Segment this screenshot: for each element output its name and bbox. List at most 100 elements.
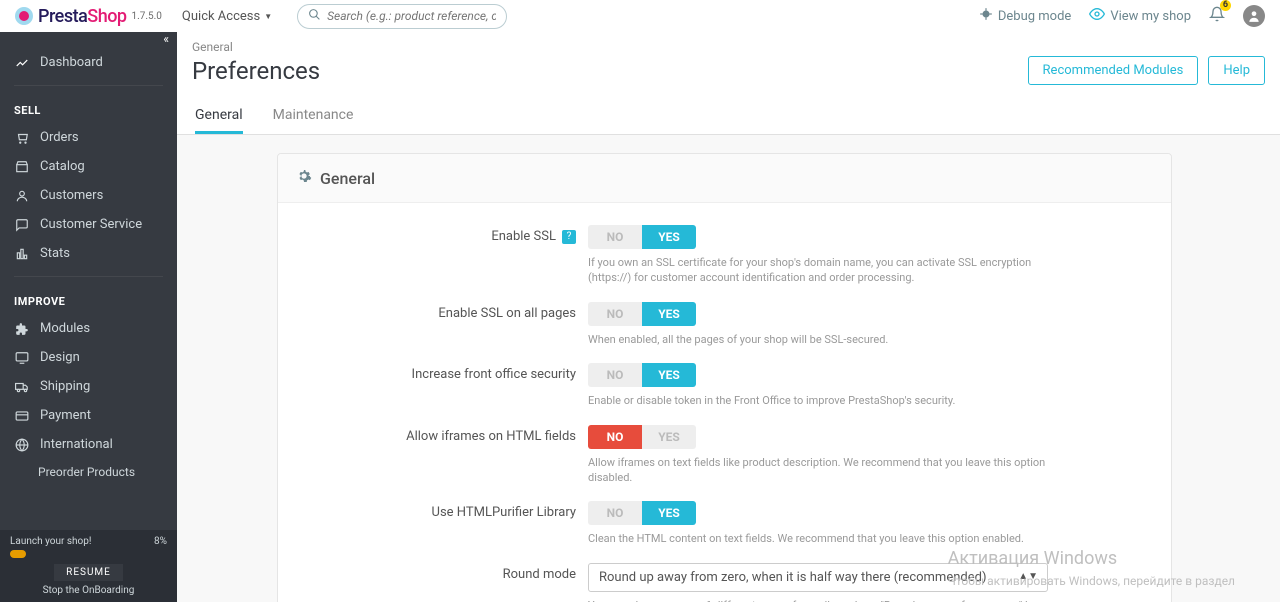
sidebar-item-stats[interactable]: Stats	[0, 239, 177, 268]
card-icon	[14, 409, 30, 423]
version-label: 1.7.5.0	[132, 11, 162, 22]
switch-yes: YES	[642, 501, 696, 525]
sidebar-item-shipping[interactable]: Shipping	[0, 372, 177, 401]
setting-help: Enable or disable token in the Front Off…	[588, 393, 1048, 408]
caret-down-icon: ▼	[264, 12, 272, 21]
profile-button[interactable]	[1243, 5, 1265, 27]
enable-ssl-switch[interactable]: NO YES	[588, 225, 696, 249]
setting-help: Clean the HTML content on text fields. W…	[588, 531, 1048, 546]
help-icon[interactable]: ?	[562, 230, 576, 244]
switch-no: NO	[588, 425, 642, 449]
switch-yes: YES	[642, 363, 696, 387]
htmlpurifier-switch[interactable]: NO YES	[588, 501, 696, 525]
logo-text: PrestaShop	[38, 6, 127, 27]
quick-access-dropdown[interactable]: Quick Access ▼	[182, 9, 272, 24]
quick-access-label: Quick Access	[182, 9, 260, 24]
topbar-right: Debug mode View my shop 6	[979, 5, 1265, 27]
search-icon	[308, 8, 321, 25]
onboard-title: Launch your shop!	[10, 536, 91, 547]
increase-security-switch[interactable]: NO YES	[588, 363, 696, 387]
ssl-all-switch[interactable]: NO YES	[588, 302, 696, 326]
sidebar-item-label: Design	[40, 350, 80, 365]
debug-mode-link[interactable]: Debug mode	[979, 7, 1071, 25]
setting-label: Increase front office security	[412, 367, 576, 382]
setting-label: Enable SSL on all pages	[438, 306, 576, 321]
sidebar-item-international[interactable]: International	[0, 430, 177, 459]
setting-help: Allow iframes on text fields like produc…	[588, 455, 1048, 486]
breadcrumb: General	[192, 40, 1265, 54]
sidebar-section-improve: IMPROVE	[0, 285, 177, 314]
sidebar-item-design[interactable]: Design	[0, 343, 177, 372]
sidebar-item-payment[interactable]: Payment	[0, 401, 177, 430]
search-input[interactable]	[327, 9, 496, 23]
tab-maintenance[interactable]: Maintenance	[273, 99, 354, 134]
debug-label: Debug mode	[998, 9, 1071, 24]
divider	[14, 85, 163, 86]
switch-no: NO	[588, 302, 642, 326]
round-mode-select[interactable]: Round up away from zero, when it is half…	[588, 563, 1048, 592]
panel-title: General	[320, 169, 375, 188]
sidebar-item-label: Stats	[40, 246, 70, 261]
logo[interactable]: PrestaShop 1.7.5.0	[15, 6, 162, 27]
store-icon	[14, 160, 30, 174]
sidebar-item-preorder[interactable]: Preorder Products	[0, 459, 177, 485]
switch-yes: YES	[642, 425, 696, 449]
main-content: General Preferences Recommended Modules …	[177, 32, 1280, 602]
sidebar-section-sell: SELL	[0, 94, 177, 123]
view-shop-link[interactable]: View my shop	[1089, 6, 1191, 26]
sidebar-item-dashboard[interactable]: Dashboard	[0, 48, 177, 77]
setting-help: You can choose among 6 different ways of…	[588, 598, 1048, 602]
stop-onboarding-link[interactable]: Stop the OnBoarding	[10, 585, 167, 596]
notification-badge: 6	[1220, 0, 1231, 11]
sidebar-item-modules[interactable]: Modules	[0, 314, 177, 343]
setting-label: Round mode	[503, 567, 576, 582]
recommended-modules-button[interactable]: Recommended Modules	[1028, 56, 1199, 85]
sidebar-item-customers[interactable]: Customers	[0, 181, 177, 210]
sidebar-item-label: Modules	[40, 321, 90, 336]
sidebar-item-label: Payment	[40, 408, 91, 423]
puzzle-icon	[14, 322, 30, 336]
switch-no: NO	[588, 363, 642, 387]
switch-yes: YES	[642, 225, 696, 249]
sidebar-item-label: Dashboard	[40, 55, 103, 70]
truck-icon	[14, 380, 30, 394]
sidebar: « Dashboard SELL Orders Catalog Customer…	[0, 32, 177, 602]
help-button[interactable]: Help	[1208, 56, 1265, 85]
sidebar-item-label: Shipping	[40, 379, 90, 394]
tab-general[interactable]: General	[195, 99, 243, 134]
allow-iframes-switch[interactable]: NO YES	[588, 425, 696, 449]
monitor-icon	[14, 351, 30, 365]
onboard-progress	[10, 550, 26, 558]
notifications-button[interactable]: 6	[1209, 6, 1225, 26]
cart-icon	[14, 131, 30, 145]
setting-label: Use HTMLPurifier Library	[432, 505, 576, 520]
switch-no: NO	[588, 225, 642, 249]
setting-help: When enabled, all the pages of your shop…	[588, 332, 1048, 347]
setting-label: Enable SSL	[491, 229, 556, 244]
sidebar-item-customer-service[interactable]: Customer Service	[0, 210, 177, 239]
chevron-left-icon: «	[163, 32, 169, 46]
page-header: General Preferences Recommended Modules …	[177, 32, 1280, 135]
divider	[14, 276, 163, 277]
onboarding-widget: Launch your shop! 8% RESUME Stop the OnB…	[0, 530, 177, 602]
sidebar-item-label: Orders	[40, 130, 79, 145]
view-shop-label: View my shop	[1110, 9, 1191, 24]
page-title: Preferences	[192, 57, 320, 85]
eye-icon	[1089, 6, 1105, 26]
sidebar-item-label: Customer Service	[40, 217, 142, 232]
switch-yes: YES	[642, 302, 696, 326]
sidebar-item-catalog[interactable]: Catalog	[0, 152, 177, 181]
resume-button[interactable]: RESUME	[54, 564, 123, 581]
search-box[interactable]	[297, 4, 507, 29]
switch-no: NO	[588, 501, 642, 525]
avatar-icon	[1243, 5, 1265, 27]
setting-label: Allow iframes on HTML fields	[406, 429, 576, 444]
chat-icon	[14, 218, 30, 232]
user-icon	[14, 189, 30, 203]
bug-icon	[979, 7, 993, 25]
sidebar-item-label: Customers	[40, 188, 103, 203]
general-panel: General Enable SSL ? NO YES If you own a…	[277, 153, 1172, 602]
sidebar-item-label: Catalog	[40, 159, 85, 174]
sidebar-collapse-button[interactable]: «	[0, 32, 177, 48]
sidebar-item-orders[interactable]: Orders	[0, 123, 177, 152]
